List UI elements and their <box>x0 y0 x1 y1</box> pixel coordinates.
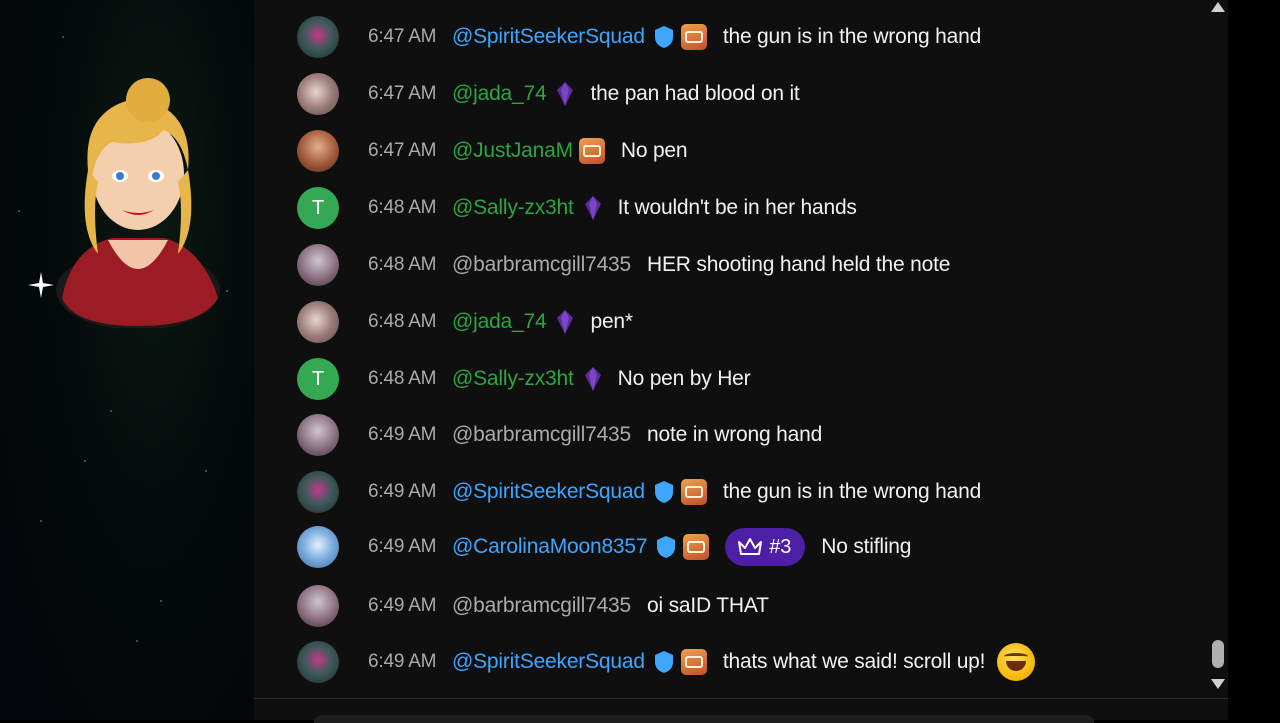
message-line: @jada_74 the pan had blood on it <box>452 81 800 107</box>
message-timestamp: 6:47 AM <box>368 140 437 161</box>
gem-badge-icon <box>584 367 601 391</box>
streamer-cartoon-avatar <box>56 78 220 328</box>
rank-pill: #3 <box>725 528 806 566</box>
right-margin <box>1228 0 1280 720</box>
barb-avatar[interactable] <box>297 585 339 627</box>
jana-avatar[interactable] <box>297 130 339 172</box>
scroll-down-icon[interactable] <box>1210 677 1226 691</box>
barb-avatar[interactable] <box>297 244 339 286</box>
message-text: No pen by Her <box>617 367 751 390</box>
author-name[interactable]: @Sally-zx3ht <box>452 196 574 220</box>
message-text: pen* <box>590 310 633 333</box>
author-name[interactable]: @SpiritSeekerSquad <box>452 480 645 504</box>
message-timestamp: 6:48 AM <box>368 197 437 218</box>
author-name[interactable]: @JustJanaM <box>452 139 573 163</box>
verified-shield-icon <box>654 26 673 48</box>
message-text: note in wrong hand <box>647 423 823 446</box>
message-line: @Sally-zx3ht It wouldn't be in her hands <box>452 195 857 221</box>
message-line: @barbramcgill7435 note in wrong hand <box>452 423 822 447</box>
member-badge-icon <box>578 138 605 164</box>
message-line: @barbramcgill7435 oi saID THAT <box>452 594 769 618</box>
author-name[interactable]: @barbramcgill7435 <box>452 594 631 618</box>
message-text: the pan had blood on it <box>590 82 800 105</box>
message-timestamp: 6:48 AM <box>368 254 437 275</box>
chat-message[interactable]: 6:48 AM @barbramcgill7435 HER shooting han… <box>254 243 1204 287</box>
message-timestamp: 6:49 AM <box>368 481 437 502</box>
sparkle-cursor-icon <box>28 272 54 298</box>
chat-message[interactable]: 6:49 AM @SpiritSeekerSquad the gun is in t… <box>254 470 1204 514</box>
message-timestamp: 6:49 AM <box>368 536 437 557</box>
message-text: No pen <box>620 139 688 162</box>
author-name[interactable]: @barbramcgill7435 <box>452 423 631 447</box>
message-line: @SpiritSeekerSquad the gun is in the wron… <box>452 24 981 50</box>
message-line: @CarolinaMoon8357 #3 No stifling <box>452 528 911 566</box>
chat-message[interactable]: 6:47 AM @JustJanaM No pen <box>254 129 1204 173</box>
message-line: @Sally-zx3ht No pen by Her <box>452 366 751 392</box>
author-name[interactable]: @SpiritSeekerSquad <box>452 25 645 49</box>
spirit-avatar[interactable] <box>297 471 339 513</box>
verified-shield-icon <box>654 481 673 503</box>
author-name[interactable]: @Sally-zx3ht <box>452 367 574 391</box>
message-line: @SpiritSeekerSquad thats what we said! sc… <box>452 643 1036 681</box>
message-text: the gun is in the wrong hand <box>722 480 982 503</box>
verified-shield-icon <box>654 651 673 673</box>
author-name[interactable]: @CarolinaMoon8357 <box>452 535 648 559</box>
chat-message[interactable]: 6:48 AM @jada_74 pen* <box>254 300 1204 344</box>
author-name[interactable]: @SpiritSeekerSquad <box>452 650 645 674</box>
message-line: @SpiritSeekerSquad the gun is in the wron… <box>452 479 981 505</box>
message-line: @jada_74 pen* <box>452 309 633 335</box>
rank-label: #3 <box>769 535 792 558</box>
chat-message[interactable]: T 6:48 AM @Sally-zx3ht It wouldn't be in he… <box>254 186 1204 230</box>
spirit-avatar[interactable] <box>297 16 339 58</box>
chat-message[interactable]: 6:49 AM @barbramcgill7435 oi saID THAT <box>254 584 1204 628</box>
message-text: No stifling <box>821 535 912 558</box>
live-chat-panel[interactable]: 6:47 AM @SpiritSeekerSquad the gun is in t… <box>254 0 1228 698</box>
message-timestamp: 6:47 AM <box>368 83 437 104</box>
member-badge-icon <box>680 24 707 50</box>
crown-icon <box>738 538 763 555</box>
member-badge-icon <box>680 649 707 675</box>
message-timestamp: 6:49 AM <box>368 424 437 445</box>
author-name[interactable]: @jada_74 <box>452 82 547 106</box>
chat-message[interactable]: 6:49 AM @SpiritSeekerSquad thats what we s… <box>254 640 1204 684</box>
spirit-avatar[interactable] <box>297 641 339 683</box>
laughing-emoji-icon <box>997 643 1036 681</box>
verified-shield-icon <box>657 536 676 558</box>
gem-badge-icon <box>557 82 574 106</box>
message-line: @barbramcgill7435 HER shooting hand held … <box>452 253 950 277</box>
scrollbar-thumb[interactable] <box>1212 640 1224 668</box>
message-text: the gun is in the wrong hand <box>722 25 982 48</box>
member-badge-icon <box>680 479 707 505</box>
message-line: @JustJanaM No pen <box>452 138 688 164</box>
message-timestamp: 6:49 AM <box>368 651 437 672</box>
message-text: thats what we said! scroll up! <box>722 650 986 673</box>
scroll-up-icon[interactable] <box>1210 0 1226 14</box>
message-text: HER shooting hand held the note <box>647 253 951 276</box>
chat-input-area[interactable] <box>254 699 1228 723</box>
streamer-side-panel <box>0 0 254 720</box>
chat-message[interactable]: 6:47 AM @SpiritSeekerSquad the gun is in t… <box>254 15 1204 59</box>
user-avatar-letter[interactable]: T <box>297 187 339 229</box>
message-timestamp: 6:49 AM <box>368 595 437 616</box>
message-timestamp: 6:47 AM <box>368 26 437 47</box>
message-text: It wouldn't be in her hands <box>617 196 857 219</box>
chat-message[interactable]: T 6:48 AM @Sally-zx3ht No pen by Her <box>254 357 1204 401</box>
chat-message[interactable]: 6:47 AM @jada_74 the pan had blood on it <box>254 72 1204 116</box>
chat-message[interactable]: 6:49 AM @barbramcgill7435 note in wrong ha… <box>254 413 1204 457</box>
message-text: oi saID THAT <box>647 594 769 617</box>
jada-avatar[interactable] <box>297 73 339 115</box>
user-avatar-letter[interactable]: T <box>297 358 339 400</box>
chat-message[interactable]: 6:49 AM @CarolinaMoon8357 #3 No stifling <box>254 525 1204 569</box>
gem-badge-icon <box>557 310 574 334</box>
author-name[interactable]: @jada_74 <box>452 310 547 334</box>
barb-avatar[interactable] <box>297 414 339 456</box>
jada-avatar[interactable] <box>297 301 339 343</box>
message-timestamp: 6:48 AM <box>368 311 437 332</box>
carolina-avatar[interactable] <box>297 526 339 568</box>
gem-badge-icon <box>584 196 601 220</box>
author-name[interactable]: @barbramcgill7435 <box>452 253 631 277</box>
message-timestamp: 6:48 AM <box>368 368 437 389</box>
member-badge-icon <box>683 534 710 560</box>
